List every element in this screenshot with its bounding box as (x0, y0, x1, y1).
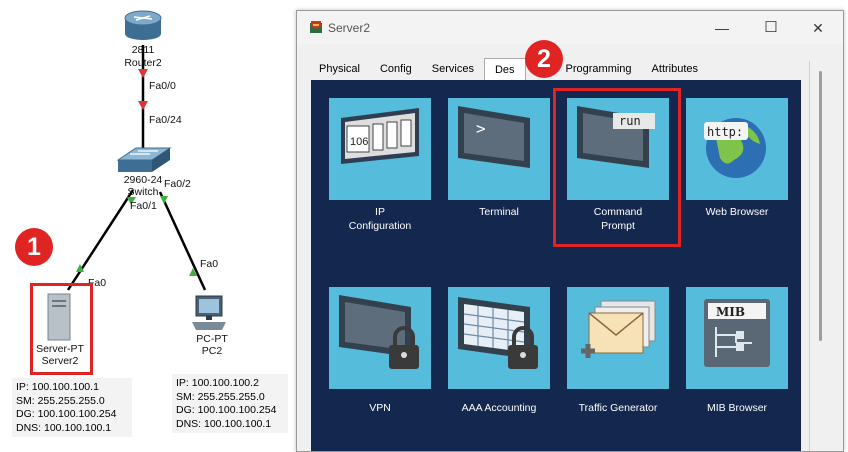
pc-ip: IP: 100.100.100.2 (176, 377, 259, 389)
tab-desktop[interactable]: Des (483, 58, 526, 81)
tab-physical[interactable]: Physical (309, 58, 370, 80)
switch-port-fa0-2-label: Fa0/2 (164, 178, 191, 190)
switch-icon[interactable] (116, 147, 172, 172)
vpn-icon (339, 295, 419, 369)
server-subnet-mask: SM: 255.255.255.0 (16, 394, 105, 407)
maximize-button[interactable]: ☐ (756, 17, 786, 39)
aaa-accounting-icon (458, 297, 538, 369)
svg-text:http:: http: (707, 125, 743, 139)
mib-browser-app[interactable]: MIB (686, 287, 788, 389)
mib-browser-label: MIB Browser (706, 402, 768, 414)
svg-text:MIB: MIB (716, 305, 745, 319)
pc-default-gateway: DG: 100.100.100.254 (176, 404, 277, 416)
vpn-app[interactable] (329, 287, 431, 389)
tab-bar: Physical Config Services Des Programming… (309, 58, 709, 81)
step-2-marker: 2 (525, 40, 563, 78)
terminal-icon: > (458, 106, 530, 168)
router-port-label: Fa0/0 (149, 80, 176, 92)
switch-pc-link (158, 191, 207, 291)
command-prompt-highlight-box (553, 88, 681, 247)
pc-port-label: Fa0 (200, 258, 219, 270)
ip-config-icon: 106 (341, 108, 419, 164)
router-name-label: Router2 (124, 57, 162, 69)
web-browser-label: Web Browser (705, 206, 769, 218)
window-title: Server2 (328, 21, 371, 35)
server-type-label: Server-PT (36, 343, 84, 355)
ip-configuration-label: IP Configuration (348, 206, 412, 232)
minimize-button[interactable]: — (707, 17, 737, 39)
tab-config[interactable]: Config (369, 58, 422, 80)
aaa-accounting-label: AAA Accounting (461, 402, 537, 414)
terminal-label: Terminal (479, 206, 519, 218)
svg-text:106: 106 (350, 136, 368, 148)
vertical-scrollbar[interactable] (809, 61, 832, 451)
ip-configuration-app[interactable]: 106 (329, 98, 431, 200)
traffic-generator-app[interactable] (567, 287, 669, 389)
web-browser-app[interactable]: http: (686, 98, 788, 200)
server-dns: DNS: 100.100.100.1 (16, 421, 112, 434)
tab-attributes[interactable]: Attributes (641, 58, 709, 80)
packet-tracer-icon (310, 21, 322, 33)
switch-server-link (66, 189, 135, 291)
terminal-app[interactable]: > (448, 98, 550, 200)
link-down-marker (138, 101, 148, 110)
close-button[interactable]: ✕ (803, 17, 833, 39)
svg-text:>: > (476, 119, 486, 138)
vpn-label: VPN (369, 402, 391, 414)
router-icon[interactable] (124, 10, 162, 40)
web-browser-icon: http: (704, 118, 766, 178)
scrollbar-thumb[interactable] (819, 71, 822, 341)
title-bar[interactable]: Server2 — ☐ ✕ (297, 11, 843, 44)
traffic-generator-label: Traffic Generator (578, 402, 658, 414)
step-1-marker: 1 (15, 228, 53, 266)
tab-services[interactable]: Services (421, 58, 484, 80)
server-ip-info: IP: 100.100.100.1 SM: 255.255.255.0 DG: … (12, 378, 132, 437)
link-down-marker (138, 69, 148, 78)
switch-port-fa0-1-label: Fa0/1 (130, 200, 157, 212)
server-default-gateway: DG: 100.100.100.254 (16, 408, 117, 420)
pc-icon[interactable] (192, 295, 226, 330)
pc-ip-info: IP: 100.100.100.2 SM: 255.255.255.0 DG: … (172, 374, 288, 433)
switch-uplink-port-label: Fa0/24 (149, 114, 182, 126)
pc-name-label: PC2 (201, 345, 223, 357)
mib-browser-icon: MIB (704, 299, 770, 367)
pc-dns: DNS: 100.100.100.1 (176, 417, 272, 430)
aaa-accounting-app[interactable] (448, 287, 550, 389)
pc-type-label: PC-PT (196, 333, 228, 345)
traffic-generator-icon (581, 300, 656, 358)
server-ip: IP: 100.100.100.1 (16, 381, 99, 393)
server-name-label: Server2 (41, 355, 79, 367)
pc-subnet-mask: SM: 255.255.255.0 (176, 390, 265, 403)
router-model-label: 2811 (131, 44, 155, 56)
